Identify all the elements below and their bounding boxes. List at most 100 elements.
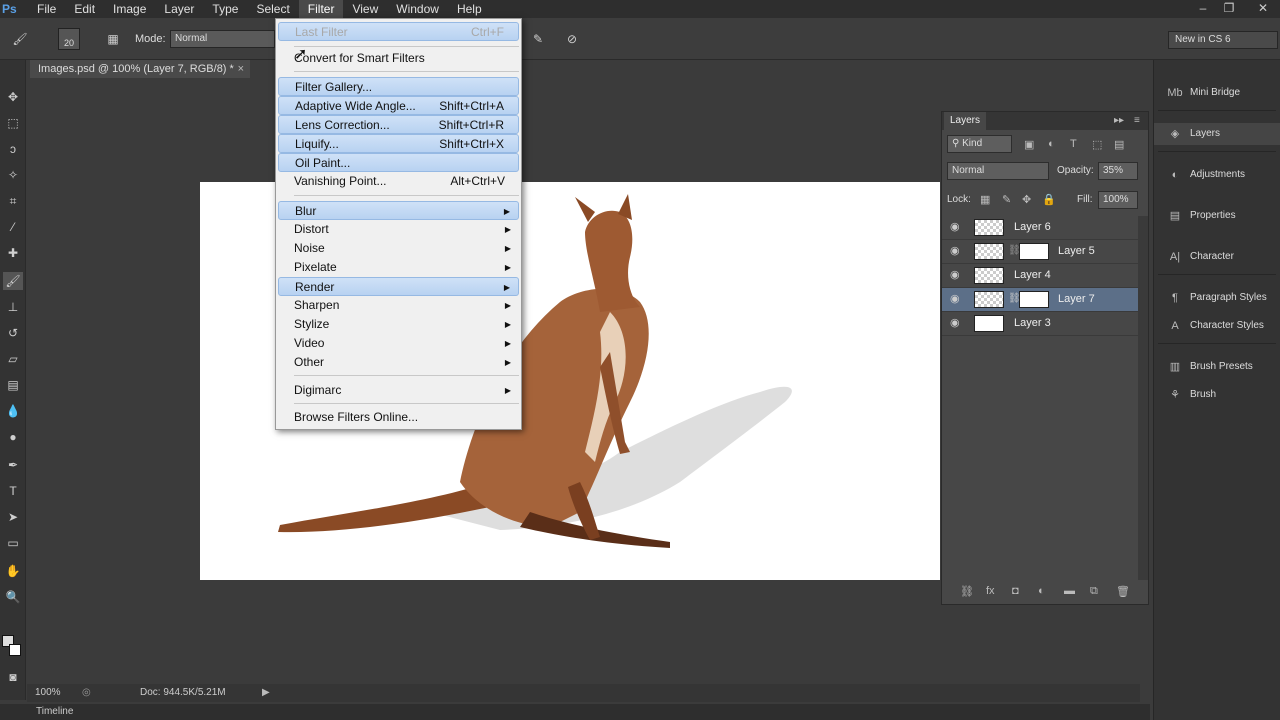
link-layers-icon[interactable]: ⛓ bbox=[960, 585, 974, 598]
layer-row[interactable]: ◉ ⛓ Layer 5 bbox=[942, 240, 1138, 264]
add-mask-icon[interactable]: ◘ bbox=[1012, 585, 1019, 597]
status-info-icon[interactable]: ◎ bbox=[82, 684, 91, 702]
menu-item-adaptive-wide-angle[interactable]: Adaptive Wide Angle... Shift+Ctrl+A bbox=[278, 96, 519, 115]
dock-item-mini-bridge[interactable]: Mb Mini Bridge bbox=[1154, 82, 1280, 104]
layer-row[interactable]: ◉ Layer 4 bbox=[942, 264, 1138, 288]
visibility-eye-icon[interactable]: ◉ bbox=[950, 268, 960, 281]
lock-all-icon[interactable]: 🔒 bbox=[1042, 193, 1056, 206]
dock-item-character[interactable]: A| Character bbox=[1154, 246, 1280, 268]
menu-item-sharpen[interactable]: Sharpen ▶ bbox=[278, 296, 519, 315]
menu-layer[interactable]: Layer bbox=[155, 0, 203, 18]
quick-select-tool-icon[interactable]: ✧ bbox=[3, 166, 23, 184]
menu-item-vanishing-point[interactable]: Vanishing Point... Alt+Ctrl+V bbox=[278, 172, 519, 191]
menu-item-stylize[interactable]: Stylize ▶ bbox=[278, 315, 519, 334]
airbrush-icon[interactable]: ✎ bbox=[528, 30, 548, 48]
layer-row-selected[interactable]: ◉ ⛓ Layer 7 bbox=[942, 288, 1138, 312]
dock-item-layers[interactable]: ◈ Layers bbox=[1154, 123, 1280, 145]
pen-tool-icon[interactable]: ✒ bbox=[3, 456, 23, 474]
menu-filter[interactable]: Filter bbox=[298, 0, 344, 18]
visibility-eye-icon[interactable]: ◉ bbox=[950, 292, 960, 305]
healing-tool-icon[interactable]: ✚ bbox=[3, 244, 23, 262]
workspace-select[interactable]: New in CS 6 bbox=[1168, 31, 1278, 49]
layer-style-icon[interactable]: fx bbox=[986, 585, 995, 597]
brush-tool-icon[interactable]: 🖌 bbox=[3, 272, 23, 290]
menu-item-distort[interactable]: Distort ▶ bbox=[278, 220, 519, 239]
dock-item-properties[interactable]: ▤ Properties bbox=[1154, 205, 1280, 227]
document-tab[interactable]: Images.psd @ 100% (Layer 7, RGB/8) * × bbox=[30, 60, 250, 78]
type-filter-icon[interactable]: T bbox=[1070, 138, 1077, 150]
brush-tool-icon[interactable]: 🖌 bbox=[10, 30, 30, 48]
menu-image[interactable]: Image bbox=[104, 0, 155, 18]
menu-item-render[interactable]: Render ▶ bbox=[278, 277, 519, 296]
adjustment-layer-icon[interactable]: ◐ bbox=[1038, 585, 1045, 597]
gradient-tool-icon[interactable]: ▤ bbox=[3, 376, 23, 394]
marquee-tool-icon[interactable]: ⬚ bbox=[3, 114, 23, 132]
menu-item-noise[interactable]: Noise ▶ bbox=[278, 239, 519, 258]
fill-input[interactable]: 100% bbox=[1098, 191, 1138, 209]
brush-panel-icon[interactable]: ▦ bbox=[103, 30, 123, 48]
layers-panel-tab[interactable]: Layers bbox=[944, 112, 987, 130]
status-menu-arrow-icon[interactable]: ▶ bbox=[262, 684, 270, 702]
shape-filter-icon[interactable]: ⬚ bbox=[1092, 138, 1102, 151]
crop-tool-icon[interactable]: ⌗ bbox=[3, 192, 23, 210]
menu-item-other[interactable]: Other ▶ bbox=[278, 353, 519, 372]
dock-item-adjustments[interactable]: ◐ Adjustments bbox=[1154, 164, 1280, 186]
document-close-icon[interactable]: × bbox=[238, 60, 244, 78]
hand-tool-icon[interactable]: ✋ bbox=[3, 562, 23, 580]
layer-row[interactable]: ◉ Layer 3 bbox=[942, 312, 1138, 336]
visibility-eye-icon[interactable]: ◉ bbox=[950, 244, 960, 257]
menu-item-lens-correction[interactable]: Lens Correction... Shift+Ctrl+R bbox=[278, 115, 519, 134]
visibility-eye-icon[interactable]: ◉ bbox=[950, 316, 960, 329]
delete-layer-icon[interactable]: 🗑 bbox=[1116, 585, 1130, 598]
eyedropper-tool-icon[interactable]: ⁄ bbox=[3, 218, 23, 236]
stamp-tool-icon[interactable]: ⊥ bbox=[3, 298, 23, 316]
minimize-icon[interactable]: ‒ bbox=[1190, 0, 1216, 18]
menu-file[interactable]: File bbox=[28, 0, 65, 18]
quick-mask-icon[interactable]: ◙ bbox=[3, 668, 23, 686]
menu-item-blur[interactable]: Blur ▶ bbox=[278, 201, 519, 220]
history-brush-icon[interactable]: ↺ bbox=[3, 324, 23, 342]
panel-menu-icon[interactable]: ≡ bbox=[1134, 115, 1140, 126]
shape-tool-icon[interactable]: ▭ bbox=[3, 534, 23, 552]
menu-item-pixelate[interactable]: Pixelate ▶ bbox=[278, 258, 519, 277]
menu-type[interactable]: Type bbox=[203, 0, 247, 18]
menu-edit[interactable]: Edit bbox=[65, 0, 104, 18]
dock-item-brush-presets[interactable]: ▥ Brush Presets bbox=[1154, 356, 1280, 378]
move-tool-icon[interactable]: ✥ bbox=[3, 88, 23, 106]
menu-item-video[interactable]: Video ▶ bbox=[278, 334, 519, 353]
close-icon[interactable]: ✕ bbox=[1250, 0, 1276, 18]
mode-select[interactable]: Normal bbox=[170, 30, 275, 48]
menu-item-browse-filters-online[interactable]: Browse Filters Online... bbox=[278, 408, 519, 427]
menu-item-convert-smart-filters[interactable]: Convert for Smart Filters bbox=[278, 49, 519, 68]
menu-window[interactable]: Window bbox=[387, 0, 448, 18]
opacity-input[interactable]: 35% bbox=[1098, 162, 1138, 180]
blur-tool-icon[interactable]: 💧 bbox=[3, 402, 23, 420]
menu-item-filter-gallery[interactable]: Filter Gallery... bbox=[278, 77, 519, 96]
menu-item-liquify[interactable]: Liquify... Shift+Ctrl+X bbox=[278, 134, 519, 153]
dock-item-brush[interactable]: ⚘ Brush bbox=[1154, 384, 1280, 406]
path-select-tool-icon[interactable]: ➤ bbox=[3, 508, 23, 526]
lock-pixels-icon[interactable]: ✎ bbox=[1002, 193, 1011, 206]
background-color-swatch[interactable] bbox=[9, 644, 21, 656]
menu-select[interactable]: Select bbox=[247, 0, 298, 18]
new-layer-icon[interactable]: ⧉ bbox=[1090, 585, 1098, 598]
zoom-tool-icon[interactable]: 🔍 bbox=[3, 588, 23, 606]
pixel-filter-icon[interactable]: ▣ bbox=[1024, 138, 1034, 151]
blend-mode-select[interactable]: Normal bbox=[947, 162, 1049, 180]
tablet-pressure-icon[interactable]: ⊘ bbox=[562, 30, 582, 48]
zoom-level[interactable]: 100% bbox=[35, 684, 61, 702]
menu-item-digimarc[interactable]: Digimarc ▶ bbox=[278, 381, 519, 400]
layer-kind-filter[interactable]: ⚲ Kind bbox=[947, 135, 1012, 153]
dock-item-paragraph-styles[interactable]: ¶ Paragraph Styles bbox=[1154, 287, 1280, 309]
eraser-tool-icon[interactable]: ▱ bbox=[3, 350, 23, 368]
restore-icon[interactable]: ❐ bbox=[1216, 0, 1242, 18]
menu-item-oil-paint[interactable]: Oil Paint... bbox=[278, 153, 519, 172]
visibility-eye-icon[interactable]: ◉ bbox=[950, 220, 960, 233]
layer-row[interactable]: ◉ Layer 6 bbox=[942, 216, 1138, 240]
menu-help[interactable]: Help bbox=[448, 0, 491, 18]
smart-object-filter-icon[interactable]: ▤ bbox=[1114, 138, 1124, 151]
menu-view[interactable]: View bbox=[343, 0, 387, 18]
layers-scrollbar[interactable] bbox=[1138, 216, 1148, 580]
dock-item-character-styles[interactable]: A Character Styles bbox=[1154, 315, 1280, 337]
lasso-tool-icon[interactable]: ↄ bbox=[3, 140, 23, 158]
